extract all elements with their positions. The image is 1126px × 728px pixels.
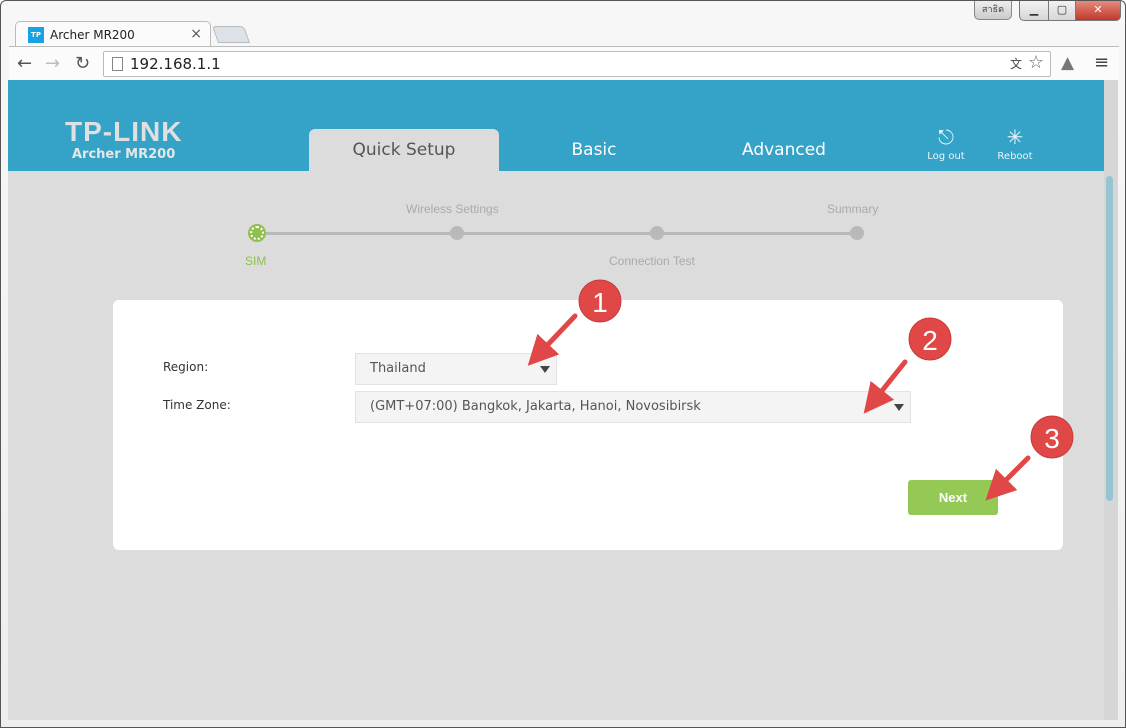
region-label: Region: xyxy=(163,360,209,374)
page-icon xyxy=(112,57,123,71)
translate-icon[interactable]: 文 xyxy=(1010,52,1022,76)
timezone-select[interactable]: (GMT+07:00) Bangkok, Jakarta, Hanoi, Nov… xyxy=(355,391,911,423)
timezone-label: Time Zone: xyxy=(163,398,231,412)
profile-button[interactable]: สาธิต xyxy=(974,1,1012,20)
region-select[interactable]: Thailand xyxy=(355,353,557,385)
reboot-icon: ✳ xyxy=(1006,125,1024,149)
menu-icon[interactable]: ≡ xyxy=(1094,52,1109,73)
reboot-label: Reboot xyxy=(997,151,1033,162)
reload-icon[interactable]: ↻ xyxy=(75,53,90,74)
step-label-sim: SIM xyxy=(245,254,267,268)
bookmark-star-icon[interactable]: ☆ xyxy=(1028,51,1044,75)
router-page: TP-LINK Archer MR200 Quick Setup Basic A… xyxy=(8,80,1118,720)
step-dot-wireless xyxy=(450,226,464,240)
step-dot-connection xyxy=(650,226,664,240)
step-label-summary: Summary xyxy=(827,202,879,216)
tab-advanced[interactable]: Advanced xyxy=(689,129,879,171)
next-button[interactable]: Next xyxy=(908,480,998,515)
chevron-down-icon xyxy=(540,366,550,373)
step-dot-summary xyxy=(850,226,864,240)
scrollbar-thumb[interactable] xyxy=(1106,176,1113,501)
chevron-down-icon xyxy=(894,404,904,411)
router-header: TP-LINK Archer MR200 Quick Setup Basic A… xyxy=(8,80,1118,171)
google-drive-icon[interactable]: ▲ xyxy=(1061,53,1074,73)
step-label-wireless: Wireless Settings xyxy=(406,202,499,216)
tp-link-logo: TP-LINK xyxy=(65,116,183,147)
tp-link-favicon: TP xyxy=(28,26,44,43)
close-window-button[interactable]: ✕ xyxy=(1075,1,1121,21)
logout-button[interactable]: ⎋ Log out xyxy=(916,126,976,162)
address-bar[interactable]: 192.168.1.1 文 ☆ xyxy=(103,51,1051,77)
back-icon[interactable]: ← xyxy=(17,53,32,74)
browser-toolbar: ← → ↻ 192.168.1.1 文 ☆ ▲ ≡ xyxy=(9,46,1119,81)
new-tab-button[interactable] xyxy=(211,26,251,43)
browser-tab[interactable]: TP Archer MR200 × xyxy=(15,21,211,47)
title-bar: สาธิต ▁ ▢ ✕ TP Archer MR200 × xyxy=(1,1,1125,47)
forward-icon[interactable]: → xyxy=(45,53,60,74)
tab-title: Archer MR200 xyxy=(50,27,135,42)
timezone-value: (GMT+07:00) Bangkok, Jakarta, Hanoi, Nov… xyxy=(370,399,701,414)
progress-line xyxy=(257,232,857,235)
setup-card: Region: Thailand Time Zone: (GMT+07:00) … xyxy=(113,300,1063,550)
tab-quick-setup[interactable]: Quick Setup xyxy=(309,129,499,171)
step-dot-sim xyxy=(250,226,264,240)
logout-label: Log out xyxy=(927,151,965,162)
step-label-connection: Connection Test xyxy=(609,254,695,268)
url-text: 192.168.1.1 xyxy=(130,55,221,73)
model-name: Archer MR200 xyxy=(72,147,176,162)
close-tab-icon[interactable]: × xyxy=(190,26,202,42)
maximize-button[interactable]: ▢ xyxy=(1048,1,1076,21)
minimize-button[interactable]: ▁ xyxy=(1019,1,1049,21)
tab-basic[interactable]: Basic xyxy=(499,129,689,171)
logout-icon: ⎋ xyxy=(938,125,954,149)
region-value: Thailand xyxy=(370,361,426,376)
reboot-button[interactable]: ✳ Reboot xyxy=(985,126,1045,162)
